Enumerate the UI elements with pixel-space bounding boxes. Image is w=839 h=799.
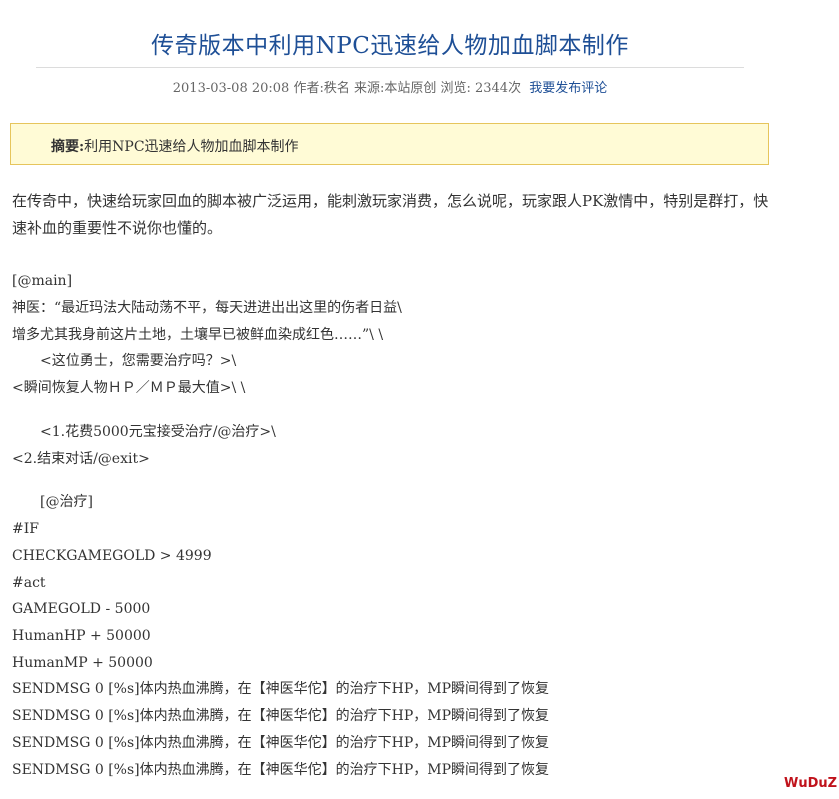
intro-paragraph: 在传奇中，快速给玩家回血的脚本被广泛运用，能刺激玩家消费，怎么说呢，玩家跟人PK… xyxy=(12,192,769,237)
article-title: 传奇版本中利用NPC迅速给人物加血脚本制作 xyxy=(151,33,629,59)
code-line: [@治疗] xyxy=(40,494,93,510)
code-line: #act xyxy=(12,575,46,591)
code-line: SENDMSG 0 [%s]体内热血沸腾，在【神医华佗】的治疗下HP，MP瞬间得… xyxy=(12,762,549,778)
code-line: <瞬间恢复人物ＨＰ／ＭＰ最大值>\ \ xyxy=(12,380,246,396)
post-comment-link[interactable]: 我要发布评论 xyxy=(529,81,607,96)
code-line: SENDMSG 0 [%s]体内热血沸腾，在【神医华佗】的治疗下HP，MP瞬间得… xyxy=(12,708,549,724)
code-line: [@main] xyxy=(12,273,73,289)
code-line: 神医：“最近玛法大陆动荡不平，每天进进出出这里的伤者日益\ xyxy=(12,300,402,316)
code-line: <1.花费5000元宝接受治疗/@治疗>\ xyxy=(40,424,276,440)
summary: 摘要:利用NPC迅速给人物加血脚本制作 xyxy=(51,136,299,156)
code-line: #IF xyxy=(12,521,39,537)
code-line: HumanMP + 50000 xyxy=(12,655,153,671)
code-line: CHECKGAMEGOLD > 4999 xyxy=(12,548,212,564)
code-line: 增多尤其我身前这片土地，土壤早已被鲜血染成红色……”\ \ xyxy=(12,327,384,343)
meta-info: 2013-03-08 20:08 作者:秩名 来源:本站原创 浏览: 2344次 xyxy=(172,81,522,96)
summary-text: 利用NPC迅速给人物加血脚本制作 xyxy=(84,139,299,155)
code-line: <2.结束对话/@exit> xyxy=(12,451,150,467)
summary-label: 摘要: xyxy=(51,139,85,155)
code-line: <这位勇士，您需要治疗吗？>\ xyxy=(40,353,237,369)
site-watermark: WuDuZ xyxy=(784,776,838,791)
article-meta: 2013-03-08 20:08 作者:秩名 来源:本站原创 浏览: 2344次… xyxy=(0,77,780,96)
code-line: HumanHP + 50000 xyxy=(12,628,151,644)
code-line: SENDMSG 0 [%s]体内热血沸腾，在【神医华佗】的治疗下HP，MP瞬间得… xyxy=(12,735,549,751)
summary-box: 摘要:利用NPC迅速给人物加血脚本制作 xyxy=(10,123,769,165)
title-divider xyxy=(36,67,744,68)
code-line: SENDMSG 0 [%s]体内热血沸腾，在【神医华佗】的治疗下HP，MP瞬间得… xyxy=(12,681,549,697)
code-line: GAMEGOLD - 5000 xyxy=(12,601,151,617)
